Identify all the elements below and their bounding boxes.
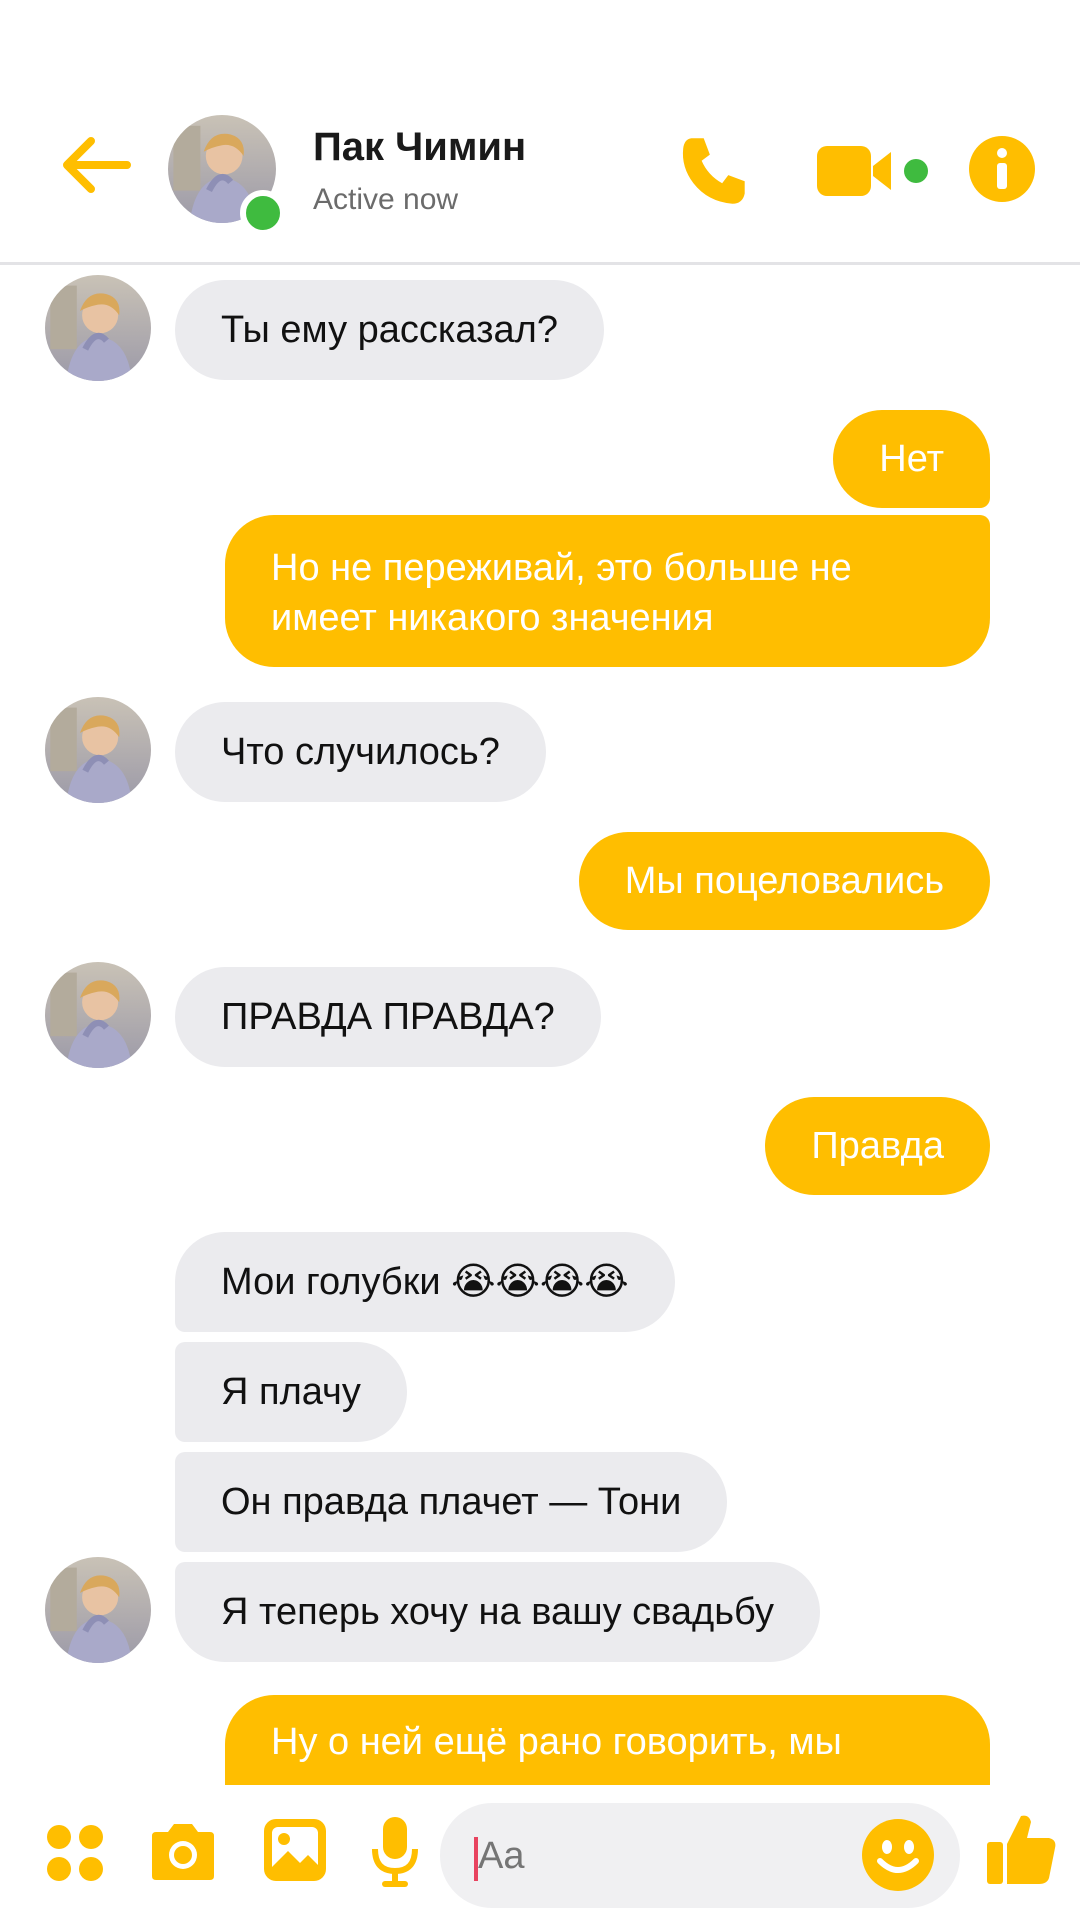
- message-outgoing[interactable]: Ну о ней ещё рано говорить, мы: [225, 1695, 990, 1785]
- microphone-icon[interactable]: [370, 1815, 420, 1889]
- video-camera-icon[interactable]: [815, 140, 930, 202]
- message-outgoing[interactable]: Правда: [765, 1097, 990, 1195]
- message-input[interactable]: [478, 1835, 858, 1878]
- message-text: Правда: [811, 1125, 944, 1167]
- arrow-left-icon[interactable]: [55, 125, 135, 205]
- contact-name[interactable]: Пак Чимин: [313, 125, 526, 170]
- message-incoming[interactable]: Я теперь хочу на вашу свадьбу: [175, 1562, 820, 1662]
- message-text: Мы поцеловались: [624, 860, 944, 902]
- thumbs-up-icon[interactable]: [985, 1810, 1057, 1888]
- message-text: Он правда плачет — Тони: [221, 1481, 682, 1523]
- camera-icon[interactable]: [148, 1820, 218, 1884]
- message-text: Я теперь хочу на вашу свадьбу: [221, 1591, 774, 1633]
- message-text: ПРАВДА ПРАВДА?: [221, 996, 555, 1038]
- message-incoming[interactable]: Ты ему рассказал?: [175, 280, 604, 380]
- active-status-dot: [240, 190, 286, 236]
- message-incoming[interactable]: ПРАВДА ПРАВДА?: [175, 967, 601, 1067]
- message-text: Нет: [879, 438, 944, 480]
- avatar[interactable]: [45, 1557, 151, 1663]
- contact-status: Active now: [313, 183, 459, 216]
- message-incoming[interactable]: Он правда плачет — Тони: [175, 1452, 728, 1552]
- message-outgoing[interactable]: Но не переживай, это больше не имеет ник…: [225, 515, 990, 667]
- message-text: Ну о ней ещё рано говорить, мы: [271, 1721, 842, 1763]
- message-incoming[interactable]: Что случилось?: [175, 702, 546, 802]
- avatar[interactable]: [45, 275, 151, 381]
- info-icon[interactable]: [968, 135, 1036, 203]
- avatar[interactable]: [45, 697, 151, 803]
- chat-header: Пак Чимин Active now: [0, 0, 1080, 265]
- smiley-icon[interactable]: [860, 1817, 936, 1893]
- message-outgoing[interactable]: Мы поцеловались: [578, 832, 990, 930]
- message-outgoing[interactable]: Нет: [833, 410, 990, 508]
- avatar[interactable]: [45, 962, 151, 1068]
- composer-bar: [0, 1785, 1080, 1920]
- apps-grid-icon[interactable]: [45, 1823, 105, 1883]
- message-incoming[interactable]: Мои голубки 😭😭😭😭: [175, 1232, 675, 1332]
- image-icon[interactable]: [262, 1817, 328, 1883]
- message-text: Что случилось?: [221, 731, 500, 773]
- message-text: Ты ему рассказал?: [221, 309, 558, 351]
- message-input-box[interactable]: [440, 1803, 960, 1908]
- message-text: Но не переживай, это больше не имеет ник…: [271, 547, 852, 639]
- message-text: Мои голубки 😭😭😭😭: [221, 1261, 629, 1303]
- phone-icon[interactable]: [675, 130, 757, 212]
- message-list[interactable]: Ты ему рассказал? Нет Но не переживай, э…: [0, 265, 1080, 1785]
- message-incoming[interactable]: Я плачу: [175, 1342, 407, 1442]
- message-text: Я плачу: [221, 1371, 361, 1413]
